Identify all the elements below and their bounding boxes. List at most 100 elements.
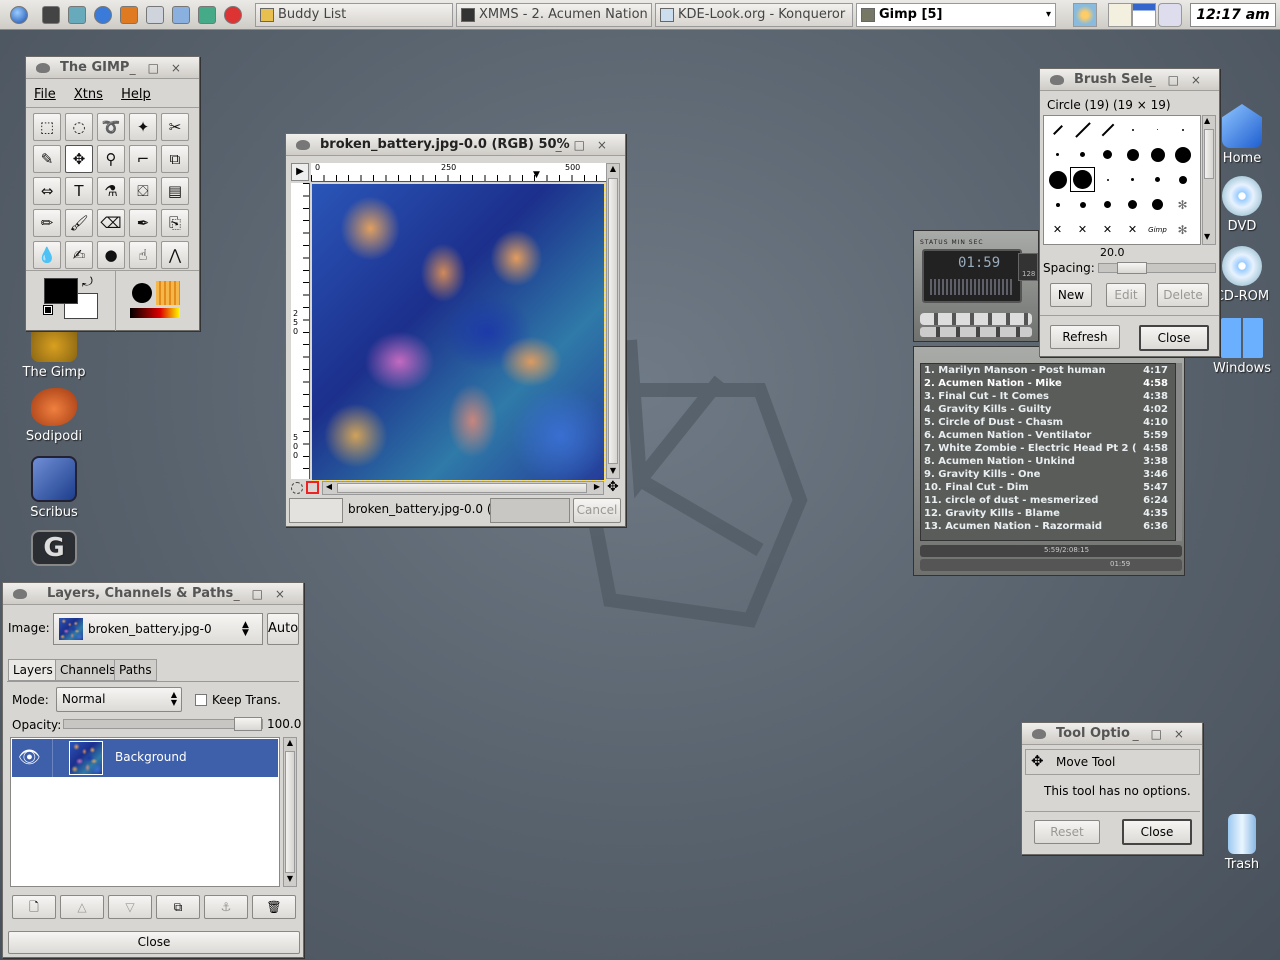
desktop-icon-sodipodi[interactable]: Sodipodi (14, 388, 94, 444)
zoom-icon[interactable]: ⚲ (97, 145, 125, 173)
terminal-icon[interactable] (42, 6, 60, 24)
image-select[interactable]: broken_battery.jpg-0 ▲ ▼ (53, 613, 263, 645)
anchor-layer-button[interactable]: ⚓ (204, 895, 248, 919)
tab-paths[interactable]: Paths (114, 659, 157, 681)
spacing-slider-handle[interactable] (1116, 262, 1147, 274)
rect-select-icon[interactable]: ⬚ (33, 113, 61, 141)
brush-cell[interactable] (1145, 192, 1170, 217)
keep-trans-checkbox[interactable] (195, 694, 207, 706)
brush-cell[interactable] (1045, 117, 1070, 142)
menu-xtns[interactable]: Xtns (74, 87, 103, 102)
brush-cell[interactable] (1145, 142, 1170, 167)
raise-layer-button[interactable]: △ (60, 895, 104, 919)
paintbrush-icon[interactable]: 🖌 (65, 209, 93, 237)
brush-cell[interactable]: ✻ (1170, 192, 1195, 217)
scroll-right-icon[interactable]: ▶ (591, 482, 603, 491)
dodge-burn-icon[interactable]: ● (97, 241, 125, 269)
swap-colors-icon[interactable]: ⤾ (82, 275, 93, 290)
new-layer-button[interactable]: 🗋 (12, 895, 56, 919)
foreground-color-swatch[interactable] (44, 278, 78, 304)
tab-channels[interactable]: Channels (55, 659, 121, 681)
brush-cell[interactable] (1120, 117, 1145, 142)
vertical-scrollbar[interactable]: ▲ ▼ (606, 163, 620, 479)
brush-cell[interactable] (1095, 167, 1120, 192)
task-konqueror[interactable]: KDE-Look.org - Konqueror (655, 3, 853, 27)
bucket-fill-icon[interactable]: ⛋ (129, 177, 157, 205)
task-gimp[interactable]: Gimp [5] ▾ (856, 3, 1056, 27)
layer-scroll-thumb[interactable] (285, 751, 295, 873)
brush-cell[interactable] (1070, 167, 1095, 192)
weather-icon[interactable] (1073, 3, 1097, 27)
brush-scrollbar[interactable]: ▲ ▼ (1202, 115, 1216, 245)
navigate-icon[interactable]: ✥ (607, 479, 619, 495)
window-menu-icon[interactable] (1032, 729, 1046, 739)
brush-preview-icon[interactable] (132, 283, 152, 303)
image-window-titlebar[interactable]: broken_battery.jpg-0.0 (RGB) 50% _□× (286, 134, 625, 156)
window-menu-icon[interactable] (36, 63, 50, 73)
klipper-icon[interactable] (1108, 3, 1132, 27)
brush-cell[interactable] (1170, 167, 1195, 192)
opacity-slider-handle[interactable] (234, 717, 262, 731)
close-button[interactable]: Close (8, 931, 300, 954)
brush-cell[interactable] (1045, 167, 1070, 192)
brush-cell[interactable] (1095, 192, 1120, 217)
color-picker-icon[interactable]: ⚗ (97, 177, 125, 205)
window-controls[interactable]: _□× (1150, 69, 1213, 90)
opacity-slider[interactable] (63, 717, 263, 731)
brush-cell[interactable]: ✻ (1170, 217, 1195, 242)
playlist-row[interactable]: 12. Gravity Kills - Blame 4:35 (924, 508, 1168, 521)
firefox-icon[interactable] (120, 6, 138, 24)
playlist-row[interactable]: 11. circle of dust - mesmerized 6:24 (924, 495, 1168, 508)
pencil-icon[interactable]: ✏ (33, 209, 61, 237)
window-controls[interactable]: _□× (1133, 723, 1196, 744)
text-icon[interactable]: T (65, 177, 93, 205)
brush-cell[interactable]: ✕ (1095, 217, 1120, 242)
flip-icon[interactable]: ⇔ (33, 177, 61, 205)
desktop-icon-g[interactable]: G (14, 530, 94, 570)
scroll-down-icon[interactable]: ▼ (284, 874, 296, 883)
menu-help[interactable]: Help (121, 87, 151, 102)
mode-select[interactable]: Normal ▲ ▼ (56, 687, 182, 712)
calendar-icon[interactable] (1132, 3, 1156, 27)
ellipse-select-icon[interactable]: ◌ (65, 113, 93, 141)
horizontal-scroll-thumb[interactable] (337, 483, 587, 493)
eraser-icon[interactable]: ⌫ (97, 209, 125, 237)
lower-layer-button[interactable]: ▽ (108, 895, 152, 919)
brush-cell[interactable]: ✕ (1070, 217, 1095, 242)
playlist-row[interactable]: 7. White Zombie - Electric Head Pt 2 (Se… (924, 443, 1168, 456)
tab-layers[interactable]: Layers (8, 659, 58, 681)
tool-options-titlebar[interactable]: Tool Optio _□× (1022, 723, 1202, 745)
xmms-controls[interactable] (920, 313, 1032, 325)
brush-grid[interactable]: ✻ ✕ ✕ ✕ ✕ Gimp ✻ (1043, 115, 1201, 245)
crop-icon[interactable]: ⌐ (129, 145, 157, 173)
logout-icon[interactable] (224, 6, 242, 24)
horizontal-ruler[interactable]: 0 250 500 ▼ (311, 163, 607, 182)
brush-cell[interactable] (1145, 117, 1170, 142)
brush-cell[interactable] (1095, 142, 1120, 167)
brush-close-button[interactable]: Close (1139, 325, 1209, 351)
gimp-toolbox-titlebar[interactable]: The GIMP _□× (26, 57, 199, 79)
window-menu-icon[interactable] (296, 140, 310, 150)
brush-cell[interactable] (1095, 117, 1120, 142)
vertical-scroll-thumb[interactable] (608, 178, 618, 464)
transform-icon[interactable]: ⧉ (161, 145, 189, 173)
playlist-row[interactable]: 10. Final Cut - Dim 5:47 (924, 482, 1168, 495)
network-icon[interactable] (198, 6, 216, 24)
measure-icon[interactable]: ⋀ (161, 241, 189, 269)
window-menu-icon[interactable] (13, 589, 27, 599)
task-buddy-list[interactable]: Buddy List (255, 3, 453, 27)
image-menu-arrow-button[interactable]: ▶ (291, 163, 309, 181)
brush-cell[interactable] (1070, 117, 1095, 142)
brush-cell[interactable] (1045, 142, 1070, 167)
lasso-icon[interactable]: ➰ (97, 113, 125, 141)
playlist-footer-controls[interactable]: 01:59 (920, 559, 1182, 571)
image-canvas[interactable] (311, 183, 605, 481)
playlist-row[interactable]: 4. Gravity Kills - Guilty 4:02 (924, 404, 1168, 417)
playlist-row[interactable]: 8. Acumen Nation - Unkind 3:38 (924, 456, 1168, 469)
brush-cell[interactable] (1170, 117, 1195, 142)
layer-list-scrollbar[interactable]: ▲ ▼ (283, 737, 297, 887)
scroll-up-icon[interactable]: ▲ (284, 738, 296, 747)
brush-cell[interactable] (1170, 142, 1195, 167)
eye-icon[interactable]: 👁 (18, 747, 41, 768)
playlist-row[interactable]: 2. Acumen Nation - Mike 4:58 (924, 378, 1168, 391)
